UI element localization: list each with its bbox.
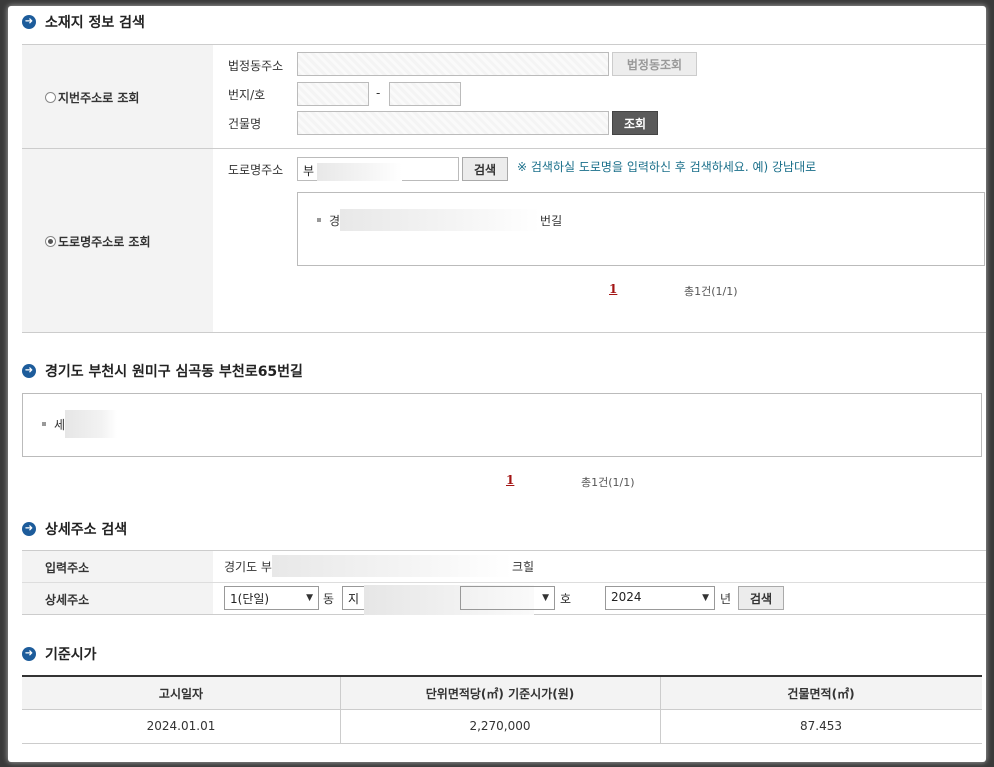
detail-search-title: ➜ 상세주소 검색 xyxy=(22,519,127,539)
building-list-item[interactable]: 세 xyxy=(42,410,118,438)
detail-search-button[interactable]: 검색 xyxy=(738,586,784,610)
lot-main-input[interactable] xyxy=(297,82,369,106)
arrow-circle-icon: ➜ xyxy=(22,364,36,378)
header-building-area: 건물면적(㎡) xyxy=(787,686,855,701)
divider xyxy=(22,582,986,583)
lot-search-button[interactable]: 조회 xyxy=(612,111,658,135)
input-address-value: 경기도 부 크힐 xyxy=(224,555,534,577)
road-result-page-link[interactable]: 1 xyxy=(609,282,617,296)
redacted-block xyxy=(317,162,403,181)
ho-unit: 호 xyxy=(560,592,572,606)
cell-notice-date: 2024.01.01 xyxy=(146,719,216,733)
road-result-item[interactable]: 경 번길 xyxy=(317,209,562,231)
road-search-button[interactable]: 검색 xyxy=(462,157,508,181)
building-name-label: 건물명 xyxy=(228,117,262,131)
ho-select[interactable]: ▼ xyxy=(460,586,555,610)
building-name-input[interactable] xyxy=(297,111,609,135)
arrow-circle-icon: ➜ xyxy=(22,522,36,536)
lot-search-radio[interactable]: 지번주소로 조회 xyxy=(45,89,139,106)
building-list xyxy=(22,393,982,457)
radio-checked-icon[interactable] xyxy=(45,236,56,247)
redacted-block xyxy=(65,410,118,438)
road-address-label: 도로명주소 xyxy=(228,163,284,177)
page-frame: ➜ 소재지 정보 검색 지번주소로 조회 법정동주소 법정동조회 번지/호 - … xyxy=(8,6,986,762)
divider xyxy=(22,332,986,333)
building-list-page-link[interactable]: 1 xyxy=(506,473,514,487)
dong-select[interactable]: 1(단일) ▼ xyxy=(224,586,319,610)
header-notice-date: 고시일자 xyxy=(158,686,204,701)
arrow-circle-icon: ➜ xyxy=(22,15,36,29)
legal-dong-button[interactable]: 법정동조회 xyxy=(612,52,697,76)
chevron-down-icon: ▼ xyxy=(306,593,313,603)
chevron-down-icon: ▼ xyxy=(702,593,709,603)
lot-sub-input[interactable] xyxy=(389,82,461,106)
redacted-block xyxy=(271,555,512,577)
cell-building-area: 87.453 xyxy=(800,719,842,733)
building-list-total: 총1건(1/1) xyxy=(581,476,635,489)
radio-unchecked-icon[interactable] xyxy=(45,92,56,103)
dong-unit: 동 xyxy=(323,592,335,606)
standard-price-title: ➜ 기준시가 xyxy=(22,644,97,664)
list-bullet-icon xyxy=(317,218,321,222)
header-unit-price: 단위면적당(㎡) 기준시가(원) xyxy=(425,686,575,701)
road-search-hint: ※ 검색하실 도로명을 입력하신 후 검색하세요. 예) 강남대로 xyxy=(517,160,817,174)
cell-unit-price: 2,270,000 xyxy=(469,719,531,733)
legal-dong-input[interactable] xyxy=(297,52,609,76)
legal-dong-label: 법정동주소 xyxy=(228,59,284,73)
detail-address-label: 상세주소 xyxy=(45,593,90,607)
road-result-total: 총1건(1/1) xyxy=(684,285,738,298)
road-search-radio[interactable]: 도로명주소로 조회 xyxy=(45,233,151,250)
location-search-title: ➜ 소재지 정보 검색 xyxy=(22,12,145,32)
selected-road-title: ➜ 경기도 부천시 원미구 심곡동 부천로65번길 xyxy=(22,361,303,381)
price-table: 고시일자 단위면적당(㎡) 기준시가(원) 건물면적(㎡) 2024.01.01… xyxy=(22,675,982,744)
year-unit: 년 xyxy=(720,592,732,606)
road-address-input[interactable]: 부 xyxy=(297,157,459,181)
year-select[interactable]: 2024 ▼ xyxy=(605,586,715,610)
arrow-circle-icon: ➜ xyxy=(22,647,36,661)
list-bullet-icon xyxy=(42,422,46,426)
chevron-down-icon: ▼ xyxy=(542,593,549,603)
redacted-block xyxy=(340,209,541,231)
input-address-label: 입력주소 xyxy=(45,561,90,575)
lot-dash: - xyxy=(376,86,381,100)
lot-number-label: 번지/호 xyxy=(228,88,266,102)
